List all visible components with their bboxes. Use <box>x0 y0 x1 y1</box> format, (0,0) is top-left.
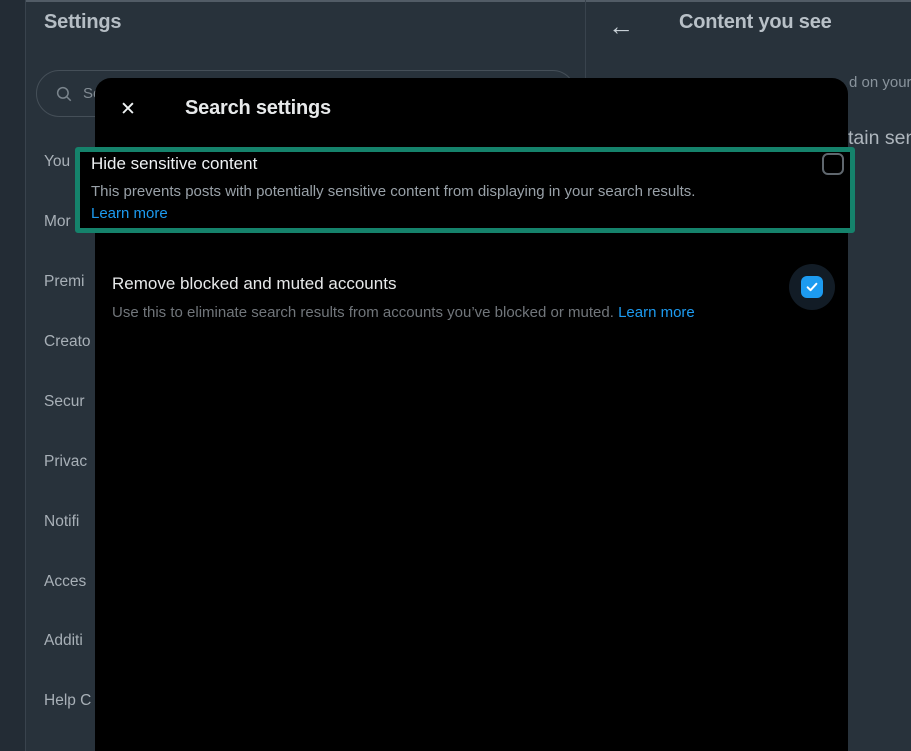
sidebar-item-accessibility[interactable]: Acces <box>44 571 86 593</box>
highlight-box: Hide sensitive content This prevents pos… <box>75 147 855 233</box>
search-icon <box>55 85 73 103</box>
sidebar-item-your-account[interactable]: You <box>44 151 70 173</box>
clipped-description-text: d on your <box>849 74 911 91</box>
sidebar-item-premium[interactable]: Premi <box>44 271 84 293</box>
hide-sensitive-content-checkbox[interactable] <box>822 153 844 175</box>
window-top-edge <box>0 0 911 2</box>
detail-panel-title: Content you see <box>679 11 832 34</box>
modal-title: Search settings <box>185 97 331 120</box>
sidebar-item-creator[interactable]: Creato <box>44 331 91 353</box>
sidebar-item-additional[interactable]: Additi <box>44 630 83 652</box>
page-title: Settings <box>44 11 121 34</box>
back-arrow-icon[interactable]: ← <box>608 8 634 44</box>
description-text: Use this to eliminate search results fro… <box>112 304 618 321</box>
sidebar-item-notifications[interactable]: Notifi <box>44 511 79 533</box>
sidebar-item-security[interactable]: Secur <box>44 391 85 413</box>
sidebar-item-monetization[interactable]: Mor <box>44 211 71 233</box>
checkbox-checked-icon <box>801 276 823 298</box>
remove-blocked-muted-description: Use this to eliminate search results fro… <box>112 304 695 321</box>
hide-sensitive-content-description: This prevents posts with potentially sen… <box>91 183 695 200</box>
sidebar-item-privacy[interactable]: Privac <box>44 451 87 473</box>
left-gutter <box>0 0 26 751</box>
twitter-settings-screen: Settings Se You Mor Premi Creato Secur P… <box>0 0 911 751</box>
close-icon[interactable]: ✕ <box>111 92 145 126</box>
learn-more-link[interactable]: Learn more <box>91 205 168 222</box>
clipped-setting-label: tain sen <box>848 127 911 150</box>
remove-blocked-muted-label: Remove blocked and muted accounts <box>112 274 396 294</box>
remove-blocked-muted-checkbox[interactable] <box>789 264 835 310</box>
learn-more-link[interactable]: Learn more <box>618 304 695 321</box>
hide-sensitive-content-label: Hide sensitive content <box>91 154 257 174</box>
sidebar-item-help-center[interactable]: Help C <box>44 690 91 712</box>
